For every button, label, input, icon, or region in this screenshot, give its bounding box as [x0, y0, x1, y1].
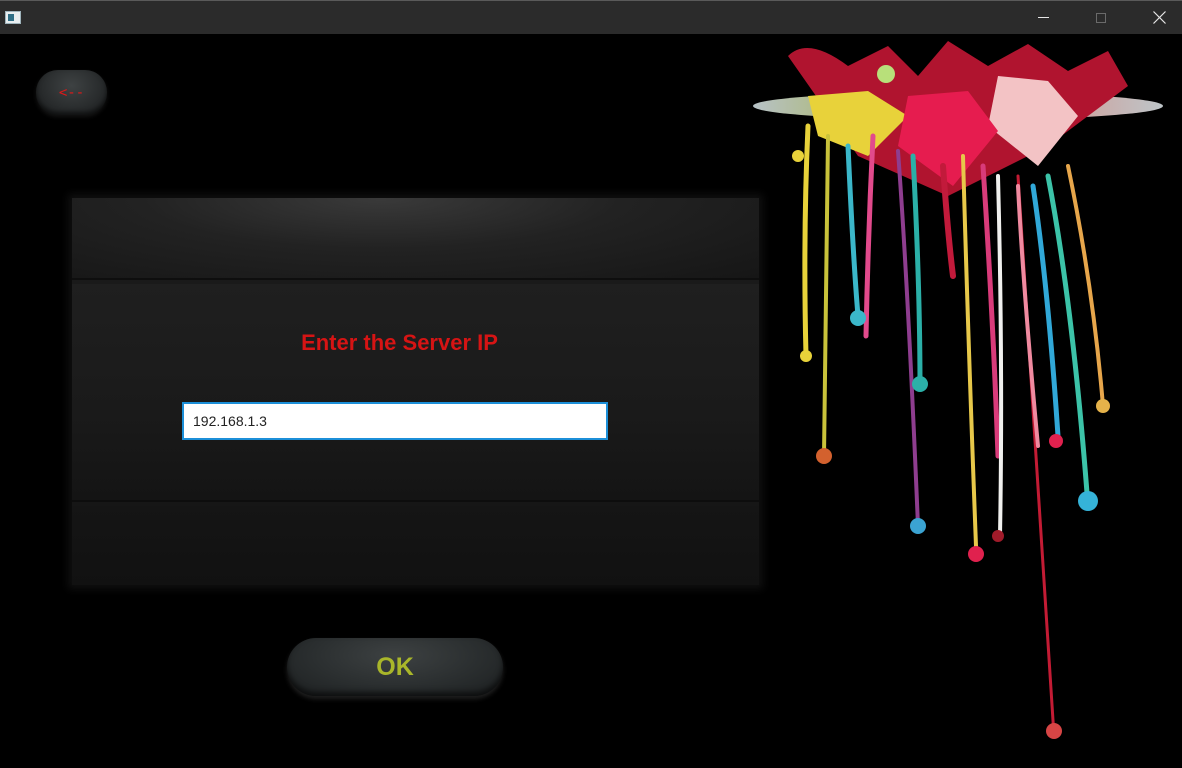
paint-drip-artwork: [753, 41, 1163, 739]
close-button[interactable]: [1130, 1, 1182, 34]
ok-button[interactable]: OK: [287, 638, 503, 696]
server-ip-input[interactable]: [182, 402, 608, 440]
maximize-button[interactable]: [1072, 1, 1130, 34]
app-window-icon: [5, 11, 21, 24]
close-icon: [1152, 11, 1166, 24]
panel-footer-band: [72, 506, 759, 585]
server-ip-prompt: Enter the Server IP: [301, 330, 498, 355]
panel-body-band: [72, 284, 759, 502]
panel-header-band: [72, 198, 759, 280]
back-button[interactable]: <--: [36, 70, 107, 115]
maximize-icon: [1096, 12, 1106, 23]
title-bar[interactable]: [0, 0, 1182, 34]
minimize-icon: [1037, 17, 1049, 18]
app-window: <-- Enter the Server IP OK: [0, 0, 1182, 768]
minimize-button[interactable]: [1014, 1, 1072, 34]
back-button-label: <--: [58, 84, 85, 101]
ok-button-label: OK: [376, 652, 414, 681]
server-panel: [72, 198, 759, 585]
